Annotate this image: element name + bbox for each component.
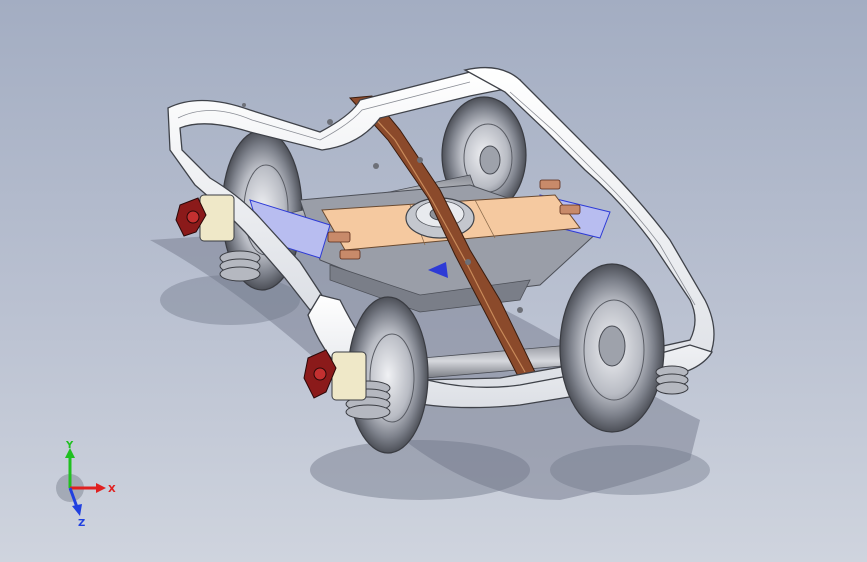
brake-assembly-back[interactable] (175, 194, 235, 242)
graphics-viewport[interactable]: Y X Z (0, 0, 867, 562)
wheel-front-right[interactable] (559, 263, 665, 433)
y-axis-label: Y (65, 440, 74, 451)
brake-assembly-front[interactable] (303, 349, 367, 401)
coordinate-triad: Y X Z (56, 440, 116, 529)
coil-spring-front-right (655, 365, 689, 395)
z-axis-label: Z (78, 518, 85, 529)
bogie-model[interactable] (0, 0, 867, 562)
coil-spring-back-left (219, 250, 261, 282)
x-axis-label: X (108, 484, 116, 495)
